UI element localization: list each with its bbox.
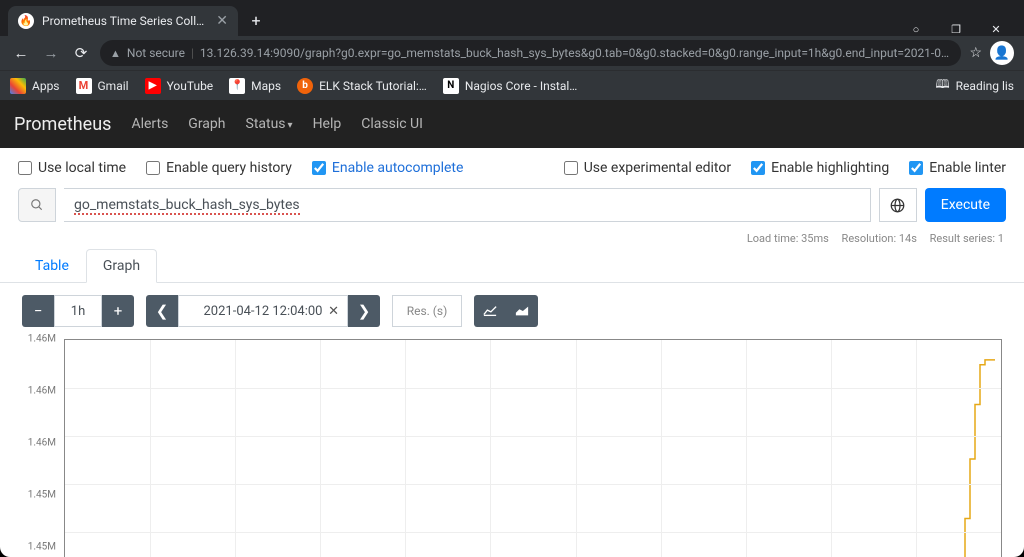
range-group: − + — [22, 295, 134, 327]
profile-avatar[interactable]: 👤 — [990, 41, 1014, 65]
chart-series — [65, 340, 1001, 557]
time-prev-button[interactable]: ❮ — [146, 295, 178, 327]
range-increase-button[interactable]: + — [102, 295, 134, 327]
browser-tab[interactable]: 🔥 Prometheus Time Series Collecti ✕ — [8, 6, 238, 36]
status-loadtime: Load time: 35ms — [747, 232, 829, 245]
tab-title: Prometheus Time Series Collecti — [42, 14, 208, 28]
query-input[interactable]: go_memstats_buck_hash_sys_bytes — [64, 188, 871, 222]
linter-checkbox[interactable] — [909, 161, 923, 175]
chart-type-group — [474, 295, 538, 327]
window-maximize-icon[interactable]: ❐ — [936, 23, 976, 36]
plot-area[interactable] — [64, 339, 1002, 557]
window-controls: ○ ❐ ✕ — [896, 23, 1016, 36]
tab-close-icon[interactable]: ✕ — [216, 13, 228, 29]
not-secure-icon: ▲ — [110, 47, 121, 60]
bookmark-gmail[interactable]: MGmail — [76, 78, 129, 94]
chevron-down-icon: ▾ — [288, 120, 293, 131]
window-minimize-icon[interactable]: ○ — [896, 23, 936, 36]
bookmark-youtube[interactable]: ▶YouTube — [145, 78, 214, 94]
tab-favicon: 🔥 — [18, 13, 34, 29]
opt-experimental[interactable]: Use experimental editor — [564, 160, 731, 176]
graph-toolbar: − + ❮ 2021-04-12 12:04:00 ✕ ❯ Res. (s) — [0, 283, 1024, 339]
execute-button[interactable]: Execute — [925, 188, 1006, 222]
nav-back-icon[interactable]: ← — [10, 42, 32, 64]
url-text: 13.126.39.14:9090/graph?g0.expr=go_memst… — [200, 46, 952, 60]
status-resolution: Resolution: 14s — [842, 232, 917, 245]
tab-table[interactable]: Table — [18, 249, 86, 282]
nav-status[interactable]: Status▾ — [246, 116, 293, 132]
browser-titlebar: 🔥 Prometheus Time Series Collecti ✕ + ○ … — [0, 0, 1024, 36]
nav-graph[interactable]: Graph — [188, 116, 225, 132]
chart-area: 1.46M1.46M1.46M1.45M1.45M — [22, 339, 1002, 557]
nav-reload-icon[interactable]: ⟳ — [70, 42, 92, 64]
globe-icon[interactable] — [879, 188, 917, 222]
datetime-input[interactable]: 2021-04-12 12:04:00 ✕ — [178, 295, 348, 327]
options-row: Use local time Enable query history Enab… — [0, 148, 1024, 188]
area-chart-icon[interactable] — [506, 295, 538, 327]
bookmark-nagios[interactable]: NNagios Core - Instal… — [443, 78, 577, 94]
browser-address-bar: ← → ⟳ ▲ Not secure | 13.126.39.14:9090/g… — [0, 36, 1024, 70]
opt-query-history[interactable]: Enable query history — [146, 160, 292, 176]
opt-highlighting[interactable]: Enable highlighting — [751, 160, 889, 176]
reading-list-icon: 🕮 — [936, 75, 950, 96]
not-secure-label: Not secure — [127, 46, 185, 60]
url-input[interactable]: ▲ Not secure | 13.126.39.14:9090/graph?g… — [100, 40, 961, 66]
bookmark-apps[interactable]: Apps — [10, 78, 60, 94]
nav-help[interactable]: Help — [313, 116, 342, 132]
autocomplete-checkbox[interactable] — [312, 161, 326, 175]
range-input[interactable] — [54, 295, 102, 327]
app-topnav: Prometheus Alerts Graph Status▾ Help Cla… — [0, 100, 1024, 148]
line-chart-icon[interactable] — [474, 295, 506, 327]
query-history-checkbox[interactable] — [146, 161, 160, 175]
brand-title[interactable]: Prometheus — [14, 114, 111, 135]
prometheus-page: Prometheus Alerts Graph Status▾ Help Cla… — [0, 100, 1024, 557]
nav-forward-icon[interactable]: → — [40, 42, 62, 64]
opt-local-time[interactable]: Use local time — [18, 160, 126, 176]
search-icon[interactable] — [18, 188, 56, 222]
tab-graph[interactable]: Graph — [86, 249, 157, 283]
status-series: Result series: 1 — [930, 232, 1004, 245]
bookmark-maps[interactable]: 📍Maps — [229, 78, 281, 94]
highlighting-checkbox[interactable] — [751, 161, 765, 175]
datetime-clear-icon[interactable]: ✕ — [328, 304, 339, 319]
query-row: go_memstats_buck_hash_sys_bytes Execute — [0, 188, 1024, 232]
nav-classic-ui[interactable]: Classic UI — [361, 116, 423, 132]
nav-alerts[interactable]: Alerts — [131, 116, 168, 132]
bookmark-elk[interactable]: bELK Stack Tutorial:… — [297, 78, 427, 94]
resolution-input[interactable]: Res. (s) — [392, 295, 462, 327]
reading-list[interactable]: 🕮Reading lis — [936, 75, 1015, 96]
local-time-checkbox[interactable] — [18, 161, 32, 175]
time-group: ❮ 2021-04-12 12:04:00 ✕ ❯ — [146, 295, 380, 327]
new-tab-button[interactable]: + — [242, 11, 270, 30]
time-next-button[interactable]: ❯ — [348, 295, 380, 327]
opt-autocomplete[interactable]: Enable autocomplete — [312, 160, 464, 176]
result-tabs: Table Graph — [0, 249, 1024, 283]
bookmark-star-icon[interactable]: ☆ — [969, 45, 982, 61]
bookmarks-bar: Apps MGmail ▶YouTube 📍Maps bELK Stack Tu… — [0, 70, 1024, 100]
experimental-checkbox[interactable] — [564, 161, 578, 175]
status-line: Load time: 35ms Resolution: 14s Result s… — [0, 232, 1024, 249]
range-decrease-button[interactable]: − — [22, 295, 54, 327]
opt-linter[interactable]: Enable linter — [909, 160, 1006, 176]
window-close-icon[interactable]: ✕ — [976, 23, 1016, 36]
